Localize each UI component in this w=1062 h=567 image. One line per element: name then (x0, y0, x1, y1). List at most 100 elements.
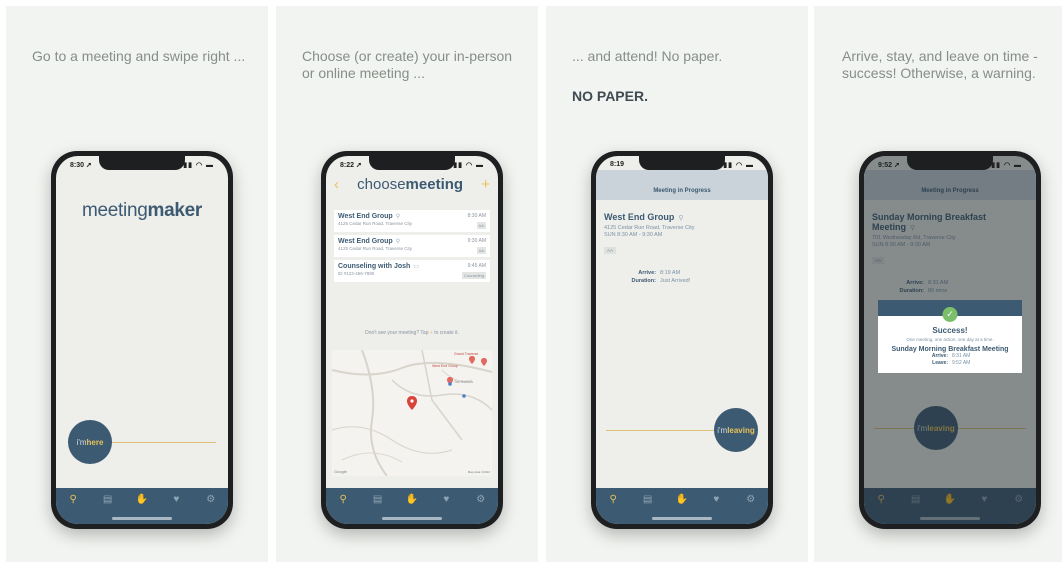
status-time: 8:30 ➚ (70, 162, 92, 169)
meeting-address: 4125 Cedar Run Road, Traverse City (338, 221, 413, 226)
id-card-icon[interactable]: ▤ (368, 494, 388, 505)
slider-prefix: i'm (717, 425, 728, 435)
heart-icon[interactable]: ♥ (706, 494, 726, 505)
meeting-name: West End Group (338, 213, 393, 220)
gear-icon[interactable]: ⚙ (741, 494, 761, 505)
gear-icon[interactable]: ⚙ (471, 494, 491, 505)
swipe-track (96, 442, 216, 443)
map-view[interactable]: Grand Traverse West End Group Tim Horton… (332, 350, 492, 476)
hint-before: Don't see your meeting? Tap (365, 330, 429, 336)
meeting-in-progress-header: Meeting in Progress (596, 170, 768, 200)
meeting-time: 9:30 AM (467, 238, 486, 244)
tab-bar: ⚲ ▤ ✋ ♥ ⚙ (56, 488, 228, 524)
heart-icon[interactable]: ♥ (436, 494, 456, 505)
map-label: Grand Traverse (454, 352, 479, 356)
phone-screen: 9:52 ➚ ▮▮ ◠ ▬ Meeting in Progress Sunday… (864, 156, 1036, 524)
meeting-card[interactable]: Counseling with Josh ▭ ID #123-456-7890 9… (334, 260, 490, 282)
caption: ... and attend! No paper. (572, 48, 723, 64)
logo-bold: maker (147, 200, 203, 221)
status-indicators: ▮▮ ◠ ▬ (453, 162, 484, 169)
caption: Choose (or create) your in-person or onl… (302, 48, 513, 81)
screenshot-panel-1: Go to a meeting and swipe right ... 8:30… (6, 6, 268, 562)
handshake-icon[interactable]: ✋ (132, 494, 152, 505)
notch (99, 156, 185, 170)
meeting-schedule: SUN 8:30 AM - 9:30 AM (604, 232, 663, 238)
dialog-meeting-name: Sunday Morning Breakfast Meeting (891, 346, 1009, 353)
meeting-time: 9:45 AM (467, 263, 486, 269)
tab-bar: ⚲ ▤ ✋ ♥ ⚙ (596, 488, 768, 524)
status-time: 9:52 ➚ (878, 162, 900, 169)
title-light: choose (357, 176, 406, 193)
status-time: 8:22 ➚ (340, 162, 362, 169)
choose-meeting-header: ‹ choosemeeting + (334, 176, 490, 193)
arrive-label: Arrive: (638, 270, 656, 276)
phone-screen: 8:22 ➚ ▮▮ ◠ ▬ ‹ choosemeeting + West End… (326, 156, 498, 524)
meeting-address: 4125 Cedar Run Road, Traverse City (338, 246, 413, 251)
arrive-value: 8:19 AM (660, 270, 681, 276)
status-time: 8:19 (610, 161, 625, 168)
map-label: West End Group (432, 364, 458, 368)
duration-value: Just Arrived! (660, 278, 691, 284)
im-leaving-slider-button[interactable]: i'mleaving (714, 408, 758, 452)
meeting-time: 8:30 AM (467, 213, 486, 219)
im-here-slider-button[interactable]: i'm here (68, 420, 112, 464)
location-pin-icon[interactable]: ⚲ (603, 494, 623, 505)
meeting-card[interactable]: West End Group ⚲ 4125 Cedar Run Road, Tra… (334, 235, 490, 257)
home-indicator (652, 517, 712, 520)
dialog-subtitle: One meeting, one action, one day at a ti… (906, 337, 994, 342)
location-pin-icon[interactable]: ⚲ (333, 494, 353, 505)
meeting-tag: AA (476, 222, 486, 229)
phone-frame: 8:22 ➚ ▮▮ ◠ ▬ ‹ choosemeeting + West End… (321, 151, 503, 529)
meeting-name: West End Group (604, 212, 675, 222)
app-logo: meetingmaker (56, 200, 228, 222)
gear-icon[interactable]: ⚙ (201, 494, 221, 505)
map-roads (332, 350, 492, 476)
heart-icon[interactable]: ♥ (166, 494, 186, 505)
success-dialog[interactable]: ✓ Success! One meeting, one action, one … (878, 300, 1022, 373)
phone-frame: 8:19 ▮▮ ◠ ▬ Meeting in Progress West End… (591, 151, 773, 529)
online-icon: ▭ (413, 264, 420, 270)
add-meeting-button[interactable]: + (481, 176, 490, 193)
dialog-leave-value: 9:52 AM (952, 360, 971, 366)
map-label: Tim Hortons (454, 380, 473, 384)
status-indicators: ▮▮ ◠ ▬ (991, 162, 1022, 169)
notch (369, 156, 455, 170)
location-pin-icon[interactable]: ⚲ (63, 494, 83, 505)
location-pin-icon: ⚲ (395, 239, 401, 245)
screenshot-panel-2: Choose (or create) your in-person or onl… (276, 6, 538, 562)
meeting-card[interactable]: West End Group ⚲ 4125 Cedar Run Road, Tra… (334, 210, 490, 232)
meeting-details: West End Group ⚲ 4125 Cedar Run Road, Tra… (604, 212, 760, 285)
home-indicator (112, 517, 172, 520)
tab-bar: ⚲ ▤ ✋ ♥ ⚙ (326, 488, 498, 524)
hint-plus-icon: + (429, 330, 433, 336)
meeting-address: 4125 Cedar Run Road, Traverse City (604, 225, 695, 231)
notch (639, 156, 725, 170)
slider-prefix: i'm (76, 437, 87, 447)
dialog-arrive-value: 8:31 AM (952, 353, 971, 359)
status-indicators: ▮▮ ◠ ▬ (183, 162, 214, 169)
meeting-name: West End Group (338, 238, 393, 245)
meeting-list: West End Group ⚲ 4125 Cedar Run Road, Tra… (334, 210, 490, 285)
handshake-icon[interactable]: ✋ (672, 494, 692, 505)
map-pin-icon (407, 396, 417, 410)
back-chevron-icon[interactable]: ‹ (334, 176, 339, 193)
meeting-tag: AA (604, 247, 617, 254)
phone-frame: 9:52 ➚ ▮▮ ◠ ▬ Meeting in Progress Sunday… (859, 151, 1041, 529)
google-logo: Google (334, 469, 347, 474)
notch (907, 156, 993, 170)
handshake-icon[interactable]: ✋ (402, 494, 422, 505)
dialog-title: Success! (932, 326, 968, 335)
caption: Arrive, stay, and leave on time - succes… (842, 48, 1038, 81)
meeting-name: Counseling with Josh (338, 263, 411, 270)
screenshot-panel-4: Arrive, stay, and leave on time - succes… (814, 6, 1062, 562)
caption: Go to a meeting and swipe right ... (32, 48, 246, 64)
screenshot-panel-3: ... and attend! No paper. NO PAPER. 8:19… (546, 6, 808, 562)
id-card-icon[interactable]: ▤ (98, 494, 118, 505)
map-attribution: Map data ©2022 (467, 470, 490, 474)
slider-bold: leaving (727, 425, 755, 435)
create-hint: Don't see your meeting? Tap + to create … (326, 330, 498, 336)
dialog-arrive-label: Arrive: (931, 353, 948, 359)
location-pin-icon: ⚲ (678, 215, 684, 222)
checkmark-icon: ✓ (942, 307, 958, 322)
id-card-icon[interactable]: ▤ (638, 494, 658, 505)
